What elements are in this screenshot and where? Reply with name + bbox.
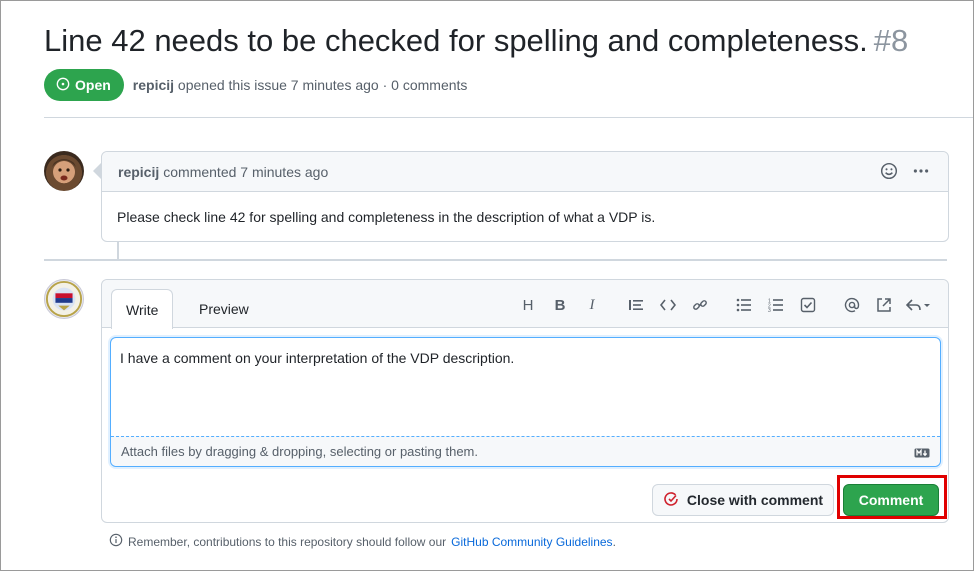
- comment-pointer: [93, 163, 101, 179]
- link-icon[interactable]: [684, 294, 716, 316]
- attach-files-hint: Attach files by dragging & dropping, sel…: [121, 444, 478, 459]
- status-badge: Open: [44, 69, 124, 101]
- issue-meta: repicij opened this issue 7 minutes ago …: [133, 77, 468, 93]
- info-icon: [109, 533, 123, 550]
- kebab-menu-icon[interactable]: [912, 162, 930, 185]
- comment-textarea[interactable]: I have a comment on your interpretation …: [110, 337, 941, 467]
- issue-author-link[interactable]: repicij: [133, 77, 174, 93]
- close-with-comment-label: Close with comment: [686, 492, 824, 508]
- reference-icon[interactable]: [868, 294, 900, 316]
- community-guidelines-link[interactable]: GitHub Community Guidelines: [451, 535, 612, 549]
- bold-icon[interactable]: B: [544, 294, 576, 316]
- divider: [44, 117, 973, 118]
- issue-opened-icon: [56, 77, 70, 94]
- smiley-icon[interactable]: [880, 162, 898, 185]
- svg-text:3: 3: [768, 308, 771, 312]
- note-text: Remember, contributions to this reposito…: [128, 534, 447, 549]
- status-label: Open: [75, 77, 111, 93]
- comment-editor: Write Preview H B I 123 I have a comment…: [101, 279, 949, 523]
- reply-icon[interactable]: [900, 294, 936, 316]
- issue-title-text: Line 42 needs to be checked for spelling…: [44, 23, 868, 58]
- attach-files-area[interactable]: Attach files by dragging & dropping, sel…: [111, 436, 940, 466]
- heading-icon[interactable]: H: [512, 294, 544, 316]
- markdown-toolbar: H B I 123: [512, 294, 936, 316]
- comment-time: commented 7 minutes ago: [163, 163, 329, 180]
- comment-author-link[interactable]: repicij: [118, 164, 159, 180]
- code-icon[interactable]: [652, 294, 684, 316]
- timeline-divider: [44, 259, 947, 261]
- issue-closed-icon: [663, 491, 679, 510]
- tab-write[interactable]: Write: [111, 289, 174, 329]
- comment-box: repicij commented 7 minutes ago Please c…: [101, 151, 949, 242]
- issue-opened-text: opened this issue 7 minutes ago · 0 comm…: [177, 77, 468, 93]
- editor-header: Write Preview H B I 123: [102, 280, 948, 329]
- task-list-icon[interactable]: [792, 294, 824, 316]
- mention-icon[interactable]: [836, 294, 868, 316]
- community-guidelines-note: Remember, contributions to this reposito…: [109, 533, 616, 550]
- comment-header: repicij commented 7 minutes ago: [102, 152, 948, 192]
- note-suffix: .: [612, 534, 616, 549]
- close-with-comment-button[interactable]: Close with comment: [652, 484, 834, 516]
- issue-title: Line 42 needs to be checked for spelling…: [44, 23, 908, 59]
- tab-preview[interactable]: Preview: [185, 289, 263, 329]
- issue-number: #8: [873, 23, 909, 58]
- avatar[interactable]: [44, 279, 84, 319]
- comment-textarea-value: I have a comment on your interpretation …: [120, 350, 515, 366]
- numbered-list-icon[interactable]: 123: [760, 294, 792, 316]
- bulleted-list-icon[interactable]: [728, 294, 760, 316]
- avatar[interactable]: [44, 151, 84, 191]
- quote-icon[interactable]: [620, 294, 652, 316]
- italic-icon[interactable]: I: [576, 294, 608, 316]
- markdown-icon: [914, 446, 930, 461]
- comment-actions: [880, 162, 930, 185]
- highlight-box: [837, 475, 947, 519]
- comment-body: Please check line 42 for spelling and co…: [117, 209, 656, 225]
- issue-state-row: Open repicij opened this issue 7 minutes…: [44, 69, 467, 101]
- timeline-line: [117, 242, 119, 259]
